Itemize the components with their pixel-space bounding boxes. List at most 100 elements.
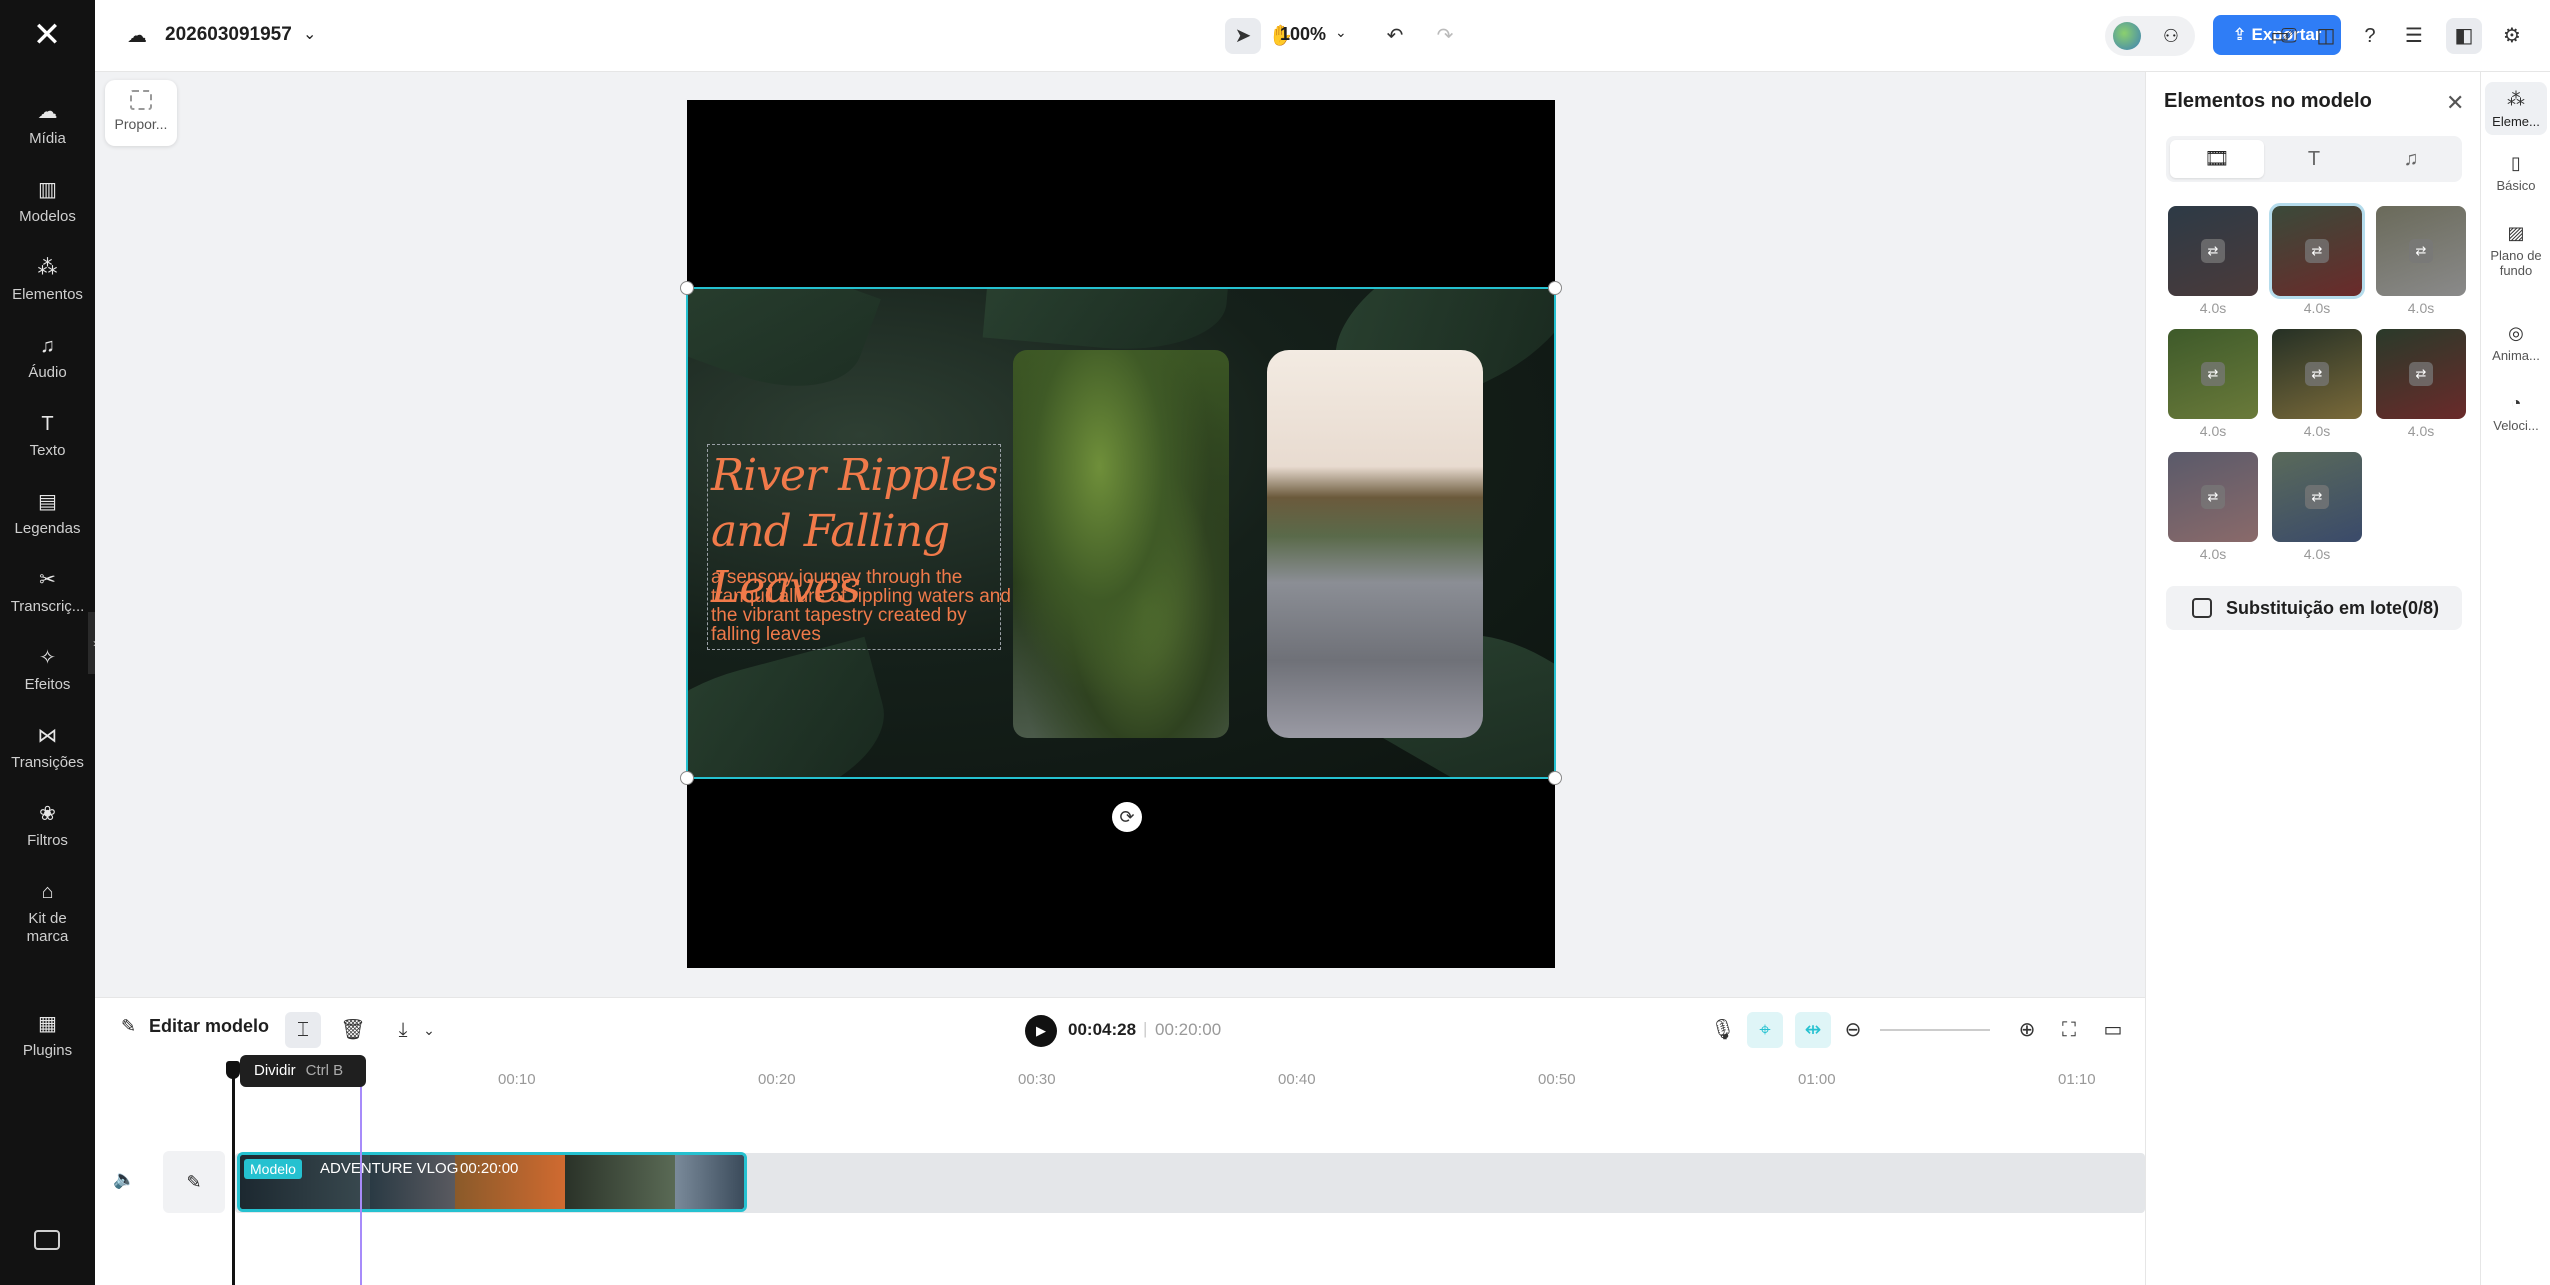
redo-button[interactable]: ↷ — [1427, 18, 1463, 54]
rotate-icon[interactable]: ⟳ — [1112, 802, 1142, 832]
replace-media-icon[interactable]: ⇄ — [2201, 239, 2225, 263]
add-collaborator-icon[interactable]: ⚇ — [2155, 20, 2187, 52]
template-scene[interactable]: River Ripples and Falling Leaves a senso… — [687, 288, 1555, 778]
photo-mossy-rocks[interactable] — [1013, 350, 1229, 738]
resize-handle[interactable] — [680, 771, 694, 785]
edit-template-button[interactable]: ✎ Editar modelo — [121, 1016, 269, 1037]
nav-item[interactable]: ❀ Filtros — [0, 802, 95, 850]
zoom-chevron-icon[interactable]: ⌄ — [1335, 24, 1347, 41]
nav-item[interactable]: ▦ Plugins — [0, 1012, 95, 1060]
nav-item-label: Modelos — [19, 208, 76, 225]
animation-icon: ◎ — [2508, 323, 2524, 343]
close-icon[interactable]: ✕ — [2446, 90, 2464, 116]
property-tab[interactable]: ◎ Anima... — [2485, 322, 2547, 363]
nav-item-label: Áudio — [28, 364, 67, 381]
playhead-handle[interactable] — [226, 1061, 240, 1079]
template-element-thumb[interactable]: ⇄ — [2168, 329, 2258, 419]
replace-media-icon[interactable]: ⇄ — [2201, 362, 2225, 386]
property-tab[interactable]: ◔ Veloci... — [2485, 392, 2547, 433]
replace-media-icon[interactable]: ⇄ — [2409, 362, 2433, 386]
nav-item[interactable]: ✂ Transcriç... — [0, 568, 95, 616]
comment-icon[interactable]: ▭ — [2095, 1012, 2131, 1048]
nav-item[interactable]: ⁂ Elementos — [0, 256, 95, 304]
delete-icon[interactable]: 🗑 — [335, 1012, 371, 1048]
replace-media-icon[interactable]: ⇄ — [2305, 239, 2329, 263]
capcut-logo[interactable]: ✕ — [22, 18, 72, 52]
nav-item[interactable]: ⋈ Transições — [0, 724, 95, 772]
replace-media-icon[interactable]: ⇄ — [2201, 485, 2225, 509]
resize-handle[interactable] — [1548, 281, 1562, 295]
hover-indicator — [360, 1061, 362, 1285]
timeline-zoom-slider[interactable] — [1880, 1029, 1990, 1031]
undo-button[interactable]: ↶ — [1377, 18, 1413, 54]
brand-kit-icon: ⌂ — [41, 881, 54, 903]
zoom-level[interactable]: 100% — [1280, 24, 1326, 45]
template-element-thumb[interactable]: ⇄ — [2168, 452, 2258, 542]
video-tab-icon[interactable]: 🎞 — [2170, 140, 2264, 178]
nav-item[interactable]: T Texto — [0, 412, 95, 460]
fit-timeline-icon[interactable]: ⛶ — [2051, 1012, 2087, 1048]
template-element-thumb[interactable]: ⇄ — [2168, 206, 2258, 296]
download-chevron-icon[interactable]: ⌄ — [411, 1012, 447, 1048]
current-time: 00:04:28 — [1068, 1020, 1137, 1039]
auto-snap-icon[interactable]: ⌖ — [1747, 1012, 1783, 1048]
audio-tab-icon[interactable]: ♫ — [2364, 140, 2458, 178]
aspect-ratio-label: Propor... — [114, 116, 168, 132]
zoom-in-icon[interactable]: ⊕ — [2009, 1012, 2045, 1048]
template-element-thumb[interactable]: ⇄ — [2272, 329, 2362, 419]
replace-media-icon[interactable]: ⇄ — [2305, 362, 2329, 386]
split-button[interactable]: ⌶ — [285, 1012, 321, 1048]
nav-item[interactable]: ♫ Áudio — [0, 334, 95, 382]
help-icon[interactable]: ? — [2352, 18, 2388, 54]
template-clip[interactable]: Modelo ADVENTURE VLOG 00:20:00 — [237, 1152, 747, 1212]
property-tab[interactable]: ▯ Básico — [2485, 152, 2547, 193]
clip-thumbnail — [565, 1155, 675, 1209]
project-name[interactable]: 202603091957 — [165, 24, 292, 46]
play-button[interactable]: ▶ — [1025, 1015, 1057, 1047]
settings-gear-icon[interactable]: ⚙ — [2494, 18, 2530, 54]
property-tab-label: Veloci... — [2493, 418, 2539, 433]
user-avatar[interactable] — [2113, 22, 2141, 50]
template-element-thumb[interactable]: ⇄ — [2272, 452, 2362, 542]
nav-item[interactable]: ▥ Modelos — [0, 178, 95, 226]
video-canvas[interactable]: River Ripples and Falling Leaves a senso… — [680, 100, 1562, 968]
replace-media-icon[interactable]: ⇄ — [2305, 485, 2329, 509]
microphone-icon[interactable]: 🎙 — [1705, 1012, 1741, 1048]
resize-handle[interactable] — [1548, 771, 1562, 785]
zoom-out-icon[interactable]: ⊖ — [1835, 1012, 1871, 1048]
review-icon[interactable]: ◫ — [2308, 18, 2344, 54]
template-subtitle-text[interactable]: a sensory journey through the tranquil a… — [711, 568, 1011, 644]
nav-item[interactable]: ☁ Mídia — [0, 100, 95, 148]
text-tab-icon[interactable]: T — [2267, 140, 2361, 178]
property-tab[interactable]: ⁂ Eleme... — [2485, 82, 2547, 135]
cloud-sync-icon[interactable]: ☁ — [123, 22, 151, 50]
photo-river[interactable] — [1267, 350, 1483, 738]
volume-icon[interactable]: 🔈 — [113, 1169, 135, 1190]
link-split-icon[interactable]: ⇹ — [1795, 1012, 1831, 1048]
batch-replace-button[interactable]: Substituição em lote(0/8) — [2166, 586, 2462, 630]
timeline-ruler[interactable]: 00:10 00:20 00:30 00:40 00:50 01:00 01:10 — [95, 1061, 2145, 1088]
playhead[interactable] — [232, 1061, 235, 1285]
property-tab-label: Básico — [2496, 178, 2536, 193]
transcript-icon: ✂ — [39, 569, 56, 591]
nav-item[interactable]: ✧ Efeitos — [0, 646, 95, 694]
layout-panel-icon[interactable]: ◧ — [2446, 18, 2482, 54]
resize-handle[interactable] — [680, 281, 694, 295]
select-tool-button[interactable]: ➤ — [1225, 18, 1261, 54]
nav-item[interactable]: ⌂ Kit de marca — [0, 880, 95, 946]
template-element-thumb[interactable]: ⇄ — [2376, 206, 2466, 296]
track-edit-button[interactable]: ✎ — [163, 1151, 225, 1213]
nav-item-label: Kit de marca — [26, 910, 69, 945]
nav-item-label: Texto — [29, 442, 66, 459]
nav-item[interactable]: ▤ Legendas — [0, 490, 95, 538]
replace-media-icon[interactable]: ⇄ — [2409, 239, 2433, 263]
filters-icon: ❀ — [39, 803, 56, 825]
present-icon[interactable]: ▭ — [2262, 18, 2298, 54]
aspect-ratio-button[interactable]: Propor... — [105, 80, 177, 146]
chevron-down-icon[interactable]: ⌄ — [303, 24, 316, 44]
property-tab[interactable]: ▨ Plano de fundo — [2485, 222, 2547, 278]
template-element-thumb[interactable]: ⇄ — [2269, 203, 2365, 299]
keyboard-shortcuts-icon[interactable] — [34, 1230, 60, 1250]
template-element-thumb[interactable]: ⇄ — [2376, 329, 2466, 419]
layers-icon[interactable]: ☰ — [2396, 18, 2432, 54]
